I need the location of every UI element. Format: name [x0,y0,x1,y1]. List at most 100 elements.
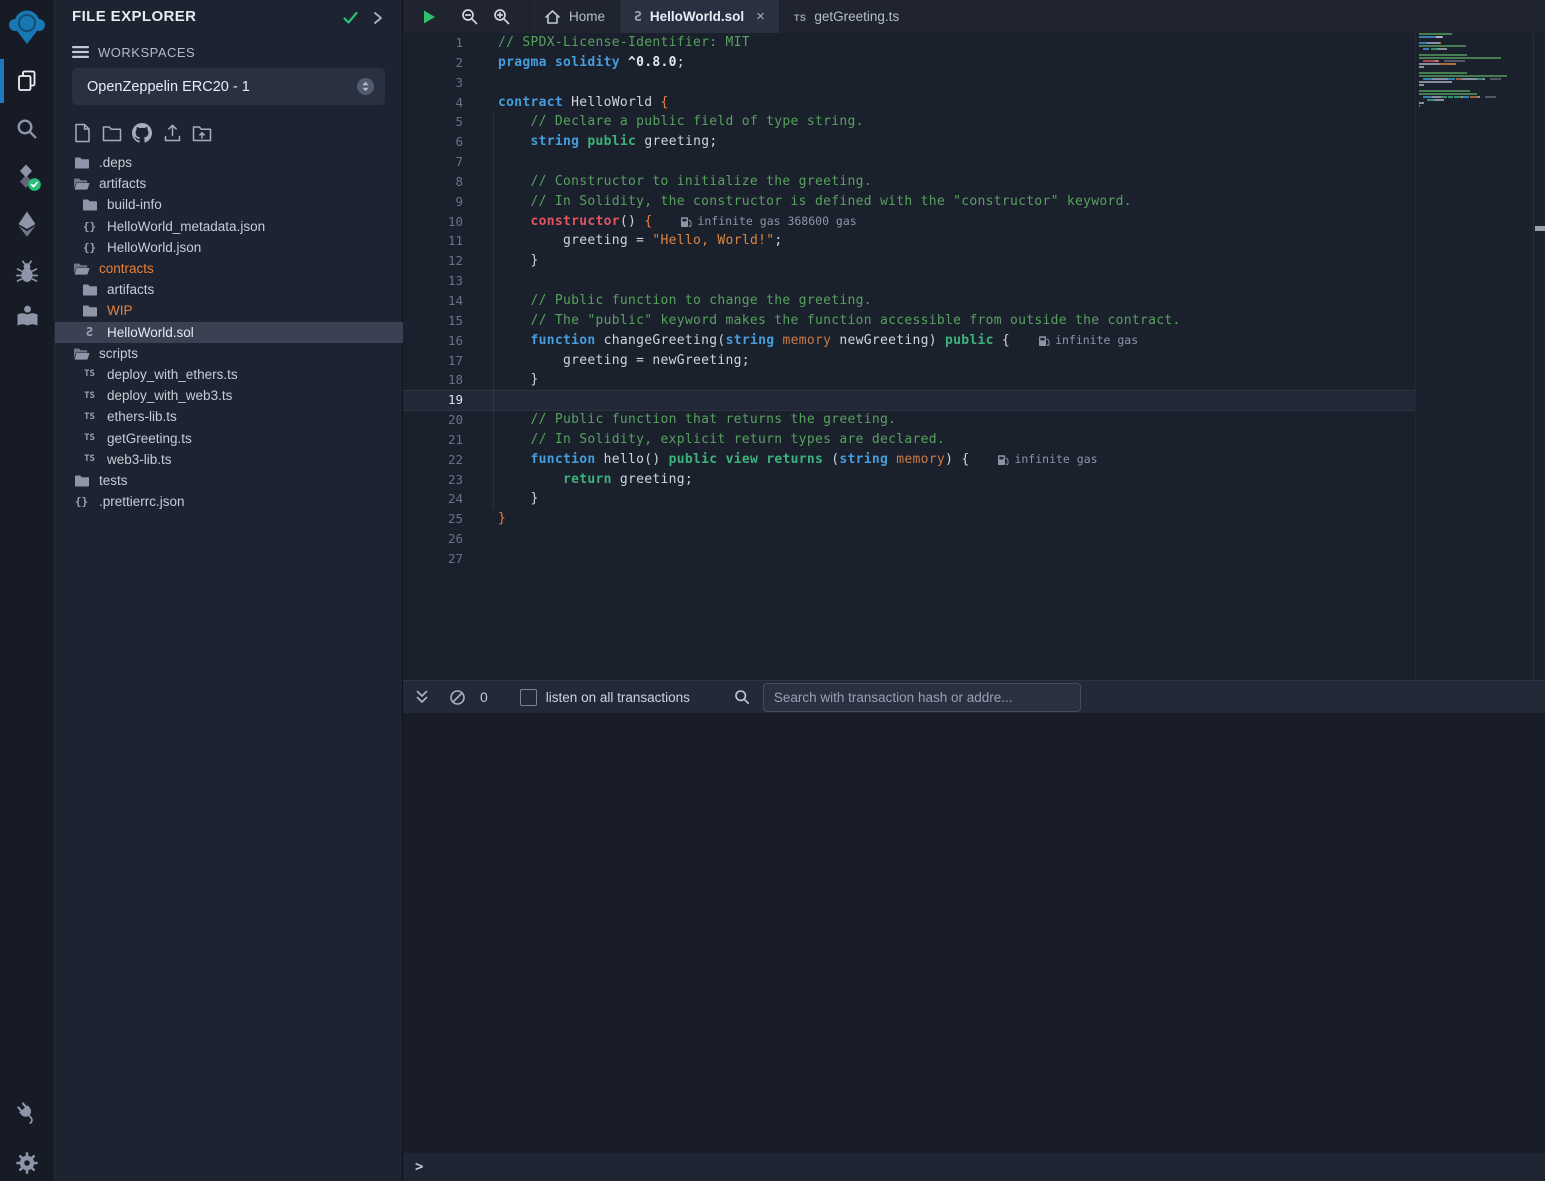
tree-item-label: getGreeting.ts [107,431,192,446]
code-line-18[interactable]: 18 } [403,370,1415,390]
code-line-5[interactable]: 5 // Declare a public field of type stri… [403,112,1415,132]
code-line-4[interactable]: 4contract HelloWorld { [403,93,1415,113]
ts-icon: TS [794,9,807,24]
code-line-2[interactable]: 2pragma solidity ^0.8.0; [403,53,1415,73]
new-folder-icon[interactable] [102,122,122,144]
tab-label: Home [569,9,605,24]
code-line-11[interactable]: 11 greeting = "Hello, World!"; [403,231,1415,251]
rail-deploy-run-icon[interactable] [0,202,54,246]
solidity-icon: Ƨ [634,9,642,25]
line-code: pragma solidity ^0.8.0; [498,53,685,73]
tree-item-.prettierrc.json[interactable]: {}.prettierrc.json [55,491,403,512]
tree-item-getGreeting.ts[interactable]: TS getGreeting.ts [55,427,403,448]
code-line-21[interactable]: 21 // In Solidity, explicit return types… [403,430,1415,450]
line-code: } [498,509,506,529]
upload-folder-icon[interactable] [192,122,212,144]
code-line-17[interactable]: 17 greeting = newGreeting; [403,351,1415,371]
listen-transactions-label[interactable]: listen on all transactions [546,690,690,705]
folder-open-icon [73,261,90,276]
folder-closed-icon [73,155,90,170]
line-number: 17 [403,351,463,371]
code-line-25[interactable]: 25} [403,509,1415,529]
tab-Home[interactable]: Home [529,0,619,33]
terminal-input-row[interactable]: > [403,1153,1545,1181]
folder-closed-icon [81,303,98,318]
rail-settings-icon[interactable] [0,1141,54,1181]
tree-item-deploy_with_web3.ts[interactable]: TSdeploy_with_web3.ts [55,385,403,406]
rail-file-explorer-icon[interactable] [0,59,54,103]
rail-search-icon[interactable] [0,107,54,151]
line-code: greeting = newGreeting; [498,351,750,371]
code-line-15[interactable]: 15 // The "public" keyword makes the fun… [403,311,1415,331]
code-line-24[interactable]: 24 } [403,489,1415,509]
tree-item-HelloWorld.json[interactable]: {}HelloWorld.json [55,237,403,258]
tree-item-HelloWorld_metadata.json[interactable]: {}HelloWorld_metadata.json [55,216,403,237]
tree-item-build-info[interactable]: build-info [55,194,403,215]
tree-item-.deps[interactable]: .deps [55,152,403,173]
tree-item-tests[interactable]: tests [55,470,403,491]
ts-icon: TS [81,433,98,443]
tree-item-label: web3-lib.ts [107,452,172,467]
listen-transactions-checkbox[interactable] [520,689,537,706]
rail-learneth-icon[interactable] [0,294,54,338]
code-line-10[interactable]: 10 constructor() {infinite gas 368600 ga… [403,212,1415,232]
editor-scrollbar[interactable] [1533,33,1545,680]
file-explorer-panel: FILE EXPLORER WORKSPACES OpenZeppelin ER… [55,0,403,1181]
close-tab-icon[interactable]: × [756,8,765,25]
tree-item-ethers-lib.ts[interactable]: TSethers-lib.ts [55,406,403,427]
clear-terminal-icon[interactable] [449,689,466,706]
tree-item-scripts[interactable]: scripts [55,343,403,364]
tree-item-WIP[interactable]: WIP [55,300,403,321]
code-editor[interactable]: 1// SPDX-License-Identifier: MIT2pragma … [403,33,1545,680]
tree-item-HelloWorld.sol[interactable]: ƧHelloWorld.sol [55,322,403,343]
code-line-6[interactable]: 6 string public greeting; [403,132,1415,152]
code-line-23[interactable]: 23 return greeting; [403,470,1415,490]
tab-HelloWorld.sol[interactable]: ƧHelloWorld.sol× [619,0,779,33]
tree-item-web3-lib.ts[interactable]: TSweb3-lib.ts [55,449,403,470]
rail-plugin-manager-icon[interactable] [0,1091,54,1135]
code-line-13[interactable]: 13 [403,271,1415,291]
code-line-19[interactable]: 19 [403,390,1415,410]
tree-item-deploy_with_ethers.ts[interactable]: TSdeploy_with_ethers.ts [55,364,403,385]
workspaces-menu-icon[interactable] [72,45,89,59]
rail-solidity-compiler-icon[interactable] [0,155,54,199]
code-line-3[interactable]: 3 [403,73,1415,93]
code-line-22[interactable]: 22 function hello() public view returns … [403,450,1415,470]
code-line-1[interactable]: 1// SPDX-License-Identifier: MIT [403,33,1415,53]
terminal-search-input[interactable] [763,683,1081,712]
code-line-26[interactable]: 26 [403,529,1415,549]
home-icon [544,9,561,25]
minimap[interactable] [1419,33,1531,114]
code-line-20[interactable]: 20 // Public function that returns the g… [403,410,1415,430]
terminal-output[interactable]: > [403,713,1545,1181]
tree-item-artifacts[interactable]: artifacts [55,173,403,194]
workspace-select[interactable]: OpenZeppelin ERC20 - 1 [72,68,385,105]
zoom-in-icon[interactable] [485,0,517,33]
check-icon[interactable] [342,10,359,26]
code-line-16[interactable]: 16 function changeGreeting(string memory… [403,331,1415,351]
rail-debugger-icon[interactable] [0,250,54,294]
code-line-27[interactable]: 27 [403,549,1415,569]
code-line-8[interactable]: 8 // Constructor to initialize the greet… [403,172,1415,192]
code-line-12[interactable]: 12 } [403,251,1415,271]
code-line-7[interactable]: 7 [403,152,1415,172]
chevron-right-icon[interactable] [371,10,385,26]
upload-file-icon[interactable] [162,122,182,144]
tree-item-contracts[interactable]: contracts [55,258,403,279]
new-file-icon[interactable] [72,122,92,144]
tab-getGreeting.ts[interactable]: TSgetGreeting.ts [779,0,913,33]
tree-item-artifacts[interactable]: artifacts [55,279,403,300]
run-script-button[interactable] [413,0,445,33]
clone-github-icon[interactable] [132,122,152,144]
tree-item-label: HelloWorld.json [107,240,201,255]
line-number: 25 [403,509,463,529]
code-line-14[interactable]: 14 // Public function to change the gree… [403,291,1415,311]
remix-logo[interactable] [0,2,54,52]
panel-title: FILE EXPLORER [72,8,196,25]
scrollbar-marker[interactable] [1535,226,1545,231]
code-line-9[interactable]: 9 // In Solidity, the constructor is def… [403,192,1415,212]
line-number: 5 [403,112,463,132]
line-code: // Public function that returns the gree… [498,410,896,430]
collapse-terminal-icon[interactable] [414,689,430,705]
zoom-out-icon[interactable] [453,0,485,33]
